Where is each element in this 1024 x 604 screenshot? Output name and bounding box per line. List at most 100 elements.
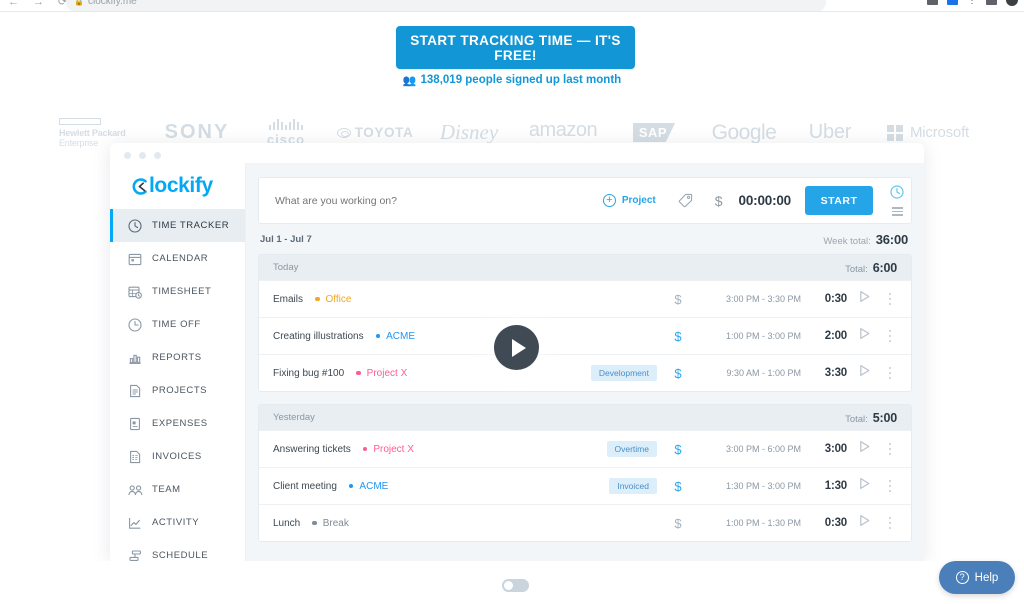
toyota-oval-icon <box>336 127 351 138</box>
entry-duration[interactable]: 0:30 <box>801 293 847 305</box>
entry-duration[interactable]: 3:30 <box>801 367 847 379</box>
timer-description-input[interactable] <box>275 194 603 207</box>
entry-time-range[interactable]: 9:30 AM - 1:00 PM <box>697 368 801 378</box>
browser-toolbar-icons[interactable]: ⋮ <box>927 0 1018 6</box>
bookmark-icon[interactable] <box>986 0 997 5</box>
play-icon[interactable] <box>847 364 881 382</box>
signup-count-text: 138,019 people signed up last month <box>420 74 622 86</box>
app-main-panel: + Project $ 00:00:00 START Jul 1 - Jul 7… <box>246 163 924 561</box>
sidebar-item-team[interactable]: TEAM <box>110 473 245 506</box>
add-project-button[interactable]: + Project <box>602 194 656 207</box>
more-options-icon[interactable]: ⋮ <box>967 0 977 5</box>
extension-active-icon[interactable] <box>947 0 958 5</box>
table-row[interactable]: Answering tickets Project X Overtime $ 3… <box>259 430 911 467</box>
billable-dollar-icon[interactable]: $ <box>673 292 683 307</box>
entry-project[interactable]: Project X <box>362 444 414 455</box>
sidebar-item-label: TEAM <box>152 484 181 495</box>
entry-menu-icon[interactable] <box>881 292 899 306</box>
sidebar-item-schedule[interactable]: SCHEDULE <box>110 539 245 561</box>
timer-mode-toggle[interactable] <box>873 185 911 216</box>
entry-project[interactable]: Project X <box>356 368 407 379</box>
entry-time-range[interactable]: 1:00 PM - 3:00 PM <box>697 331 801 341</box>
billable-dollar-icon[interactable]: $ <box>673 516 683 531</box>
entry-description[interactable]: Fixing bug #100 <box>273 368 344 379</box>
timer-duration: 00:00:00 <box>738 193 792 208</box>
entry-tag-badge[interactable]: Overtime <box>606 441 657 457</box>
entry-description[interactable]: Creating illustrations <box>273 331 364 342</box>
play-icon[interactable] <box>847 514 881 532</box>
back-arrow-icon[interactable]: ← <box>8 0 19 8</box>
sidebar-item-time-off[interactable]: TIME OFF <box>110 308 245 341</box>
entry-project-label: Project X <box>366 367 408 379</box>
start-tracking-time-button[interactable]: START TRACKING TIME — IT'S FREE! <box>396 26 635 69</box>
entry-project-label: Office <box>325 293 352 305</box>
billable-dollar-icon[interactable]: $ <box>673 366 683 381</box>
sidebar-item-label: SCHEDULE <box>152 550 209 561</box>
sidebar-item-timesheet[interactable]: TIMESHEET <box>110 275 245 308</box>
play-icon[interactable] <box>847 290 881 308</box>
entry-description[interactable]: Emails <box>273 294 303 305</box>
entry-description[interactable]: Lunch <box>273 518 300 529</box>
play-icon[interactable] <box>847 327 881 345</box>
play-button-icon[interactable] <box>494 325 539 370</box>
entry-time-range[interactable]: 1:30 PM - 3:00 PM <box>697 481 801 491</box>
sidebar-item-label: CALENDAR <box>152 253 209 264</box>
entry-description[interactable]: Answering tickets <box>273 444 351 455</box>
entry-time-range[interactable]: 1:00 PM - 1:30 PM <box>697 518 801 528</box>
entry-menu-icon[interactable] <box>881 442 899 456</box>
clock-icon[interactable] <box>890 185 904 204</box>
list-icon[interactable] <box>891 207 903 216</box>
table-row[interactable]: Emails Office $ 3:00 PM - 3:30 PM 0:30 <box>259 280 911 317</box>
table-row[interactable]: Lunch Break $ 1:00 PM - 1:30 PM 0:30 <box>259 504 911 541</box>
entry-menu-icon[interactable] <box>881 366 899 380</box>
entry-project[interactable]: ACME <box>375 331 415 342</box>
sidebar-item-invoices[interactable]: INVOICES <box>110 440 245 473</box>
clockify-logo[interactable]: lockify <box>110 163 245 209</box>
entry-time-range[interactable]: 3:00 PM - 6:00 PM <box>697 444 801 454</box>
billable-dollar-icon[interactable]: $ <box>673 442 683 457</box>
app-sidebar: lockify TIME TRACKER CALENDAR TIMESHEET <box>110 163 246 561</box>
entry-duration[interactable]: 1:30 <box>801 480 847 492</box>
entry-project[interactable]: Break <box>312 518 349 529</box>
sidebar-item-label: PROJECTS <box>152 385 208 396</box>
entry-duration[interactable]: 3:00 <box>801 443 847 455</box>
entry-time-range[interactable]: 3:00 PM - 3:30 PM <box>697 294 801 304</box>
day-total-value: 5:00 <box>872 410 897 425</box>
video-toggle-switch[interactable] <box>502 579 529 592</box>
sidebar-item-reports[interactable]: REPORTS <box>110 341 245 374</box>
entry-menu-icon[interactable] <box>881 516 899 530</box>
week-total-label: Week total: <box>823 235 871 247</box>
table-row[interactable]: Fixing bug #100 Project X Development $ … <box>259 354 911 391</box>
entry-tag-badge[interactable]: Invoiced <box>609 478 657 494</box>
entry-menu-icon[interactable] <box>881 329 899 343</box>
billable-dollar-icon[interactable]: $ <box>673 329 683 344</box>
play-icon[interactable] <box>847 477 881 495</box>
billable-dollar-icon[interactable]: $ <box>715 193 723 209</box>
browser-nav-buttons[interactable]: ← → ⟳ <box>8 0 67 8</box>
sidebar-item-activity[interactable]: ACTIVITY <box>110 506 245 539</box>
sidebar-item-projects[interactable]: PROJECTS <box>110 374 245 407</box>
start-timer-button[interactable]: START <box>805 186 873 215</box>
entry-duration[interactable]: 0:30 <box>801 517 847 529</box>
entry-description[interactable]: Client meeting <box>273 481 337 492</box>
tag-icon[interactable] <box>678 193 693 208</box>
play-icon[interactable] <box>847 440 881 458</box>
entry-duration[interactable]: 2:00 <box>801 330 847 342</box>
avatar[interactable] <box>1006 0 1018 6</box>
entry-tag-badge[interactable]: Development <box>590 365 657 381</box>
signup-count-line: 👥 138,019 people signed up last month <box>0 74 1024 87</box>
entry-project[interactable]: ACME <box>348 481 388 492</box>
extension-icon[interactable] <box>927 0 938 5</box>
sidebar-item-time-tracker[interactable]: TIME TRACKER <box>110 209 245 242</box>
entry-project[interactable]: Office <box>315 294 351 305</box>
sidebar-item-expenses[interactable]: EXPENSES <box>110 407 245 440</box>
browser-url-bar[interactable]: 🔒 clockify.me <box>66 0 826 11</box>
entry-menu-icon[interactable] <box>881 479 899 493</box>
forward-arrow-icon[interactable]: → <box>33 0 44 8</box>
day-total-label: Total: <box>845 263 868 275</box>
table-row[interactable]: Creating illustrations ACME $ 1:00 PM - … <box>259 317 911 354</box>
help-button[interactable]: ? Help <box>939 561 1015 594</box>
table-row[interactable]: Client meeting ACME Invoiced $ 1:30 PM -… <box>259 467 911 504</box>
billable-dollar-icon[interactable]: $ <box>673 479 683 494</box>
sidebar-item-calendar[interactable]: CALENDAR <box>110 242 245 275</box>
